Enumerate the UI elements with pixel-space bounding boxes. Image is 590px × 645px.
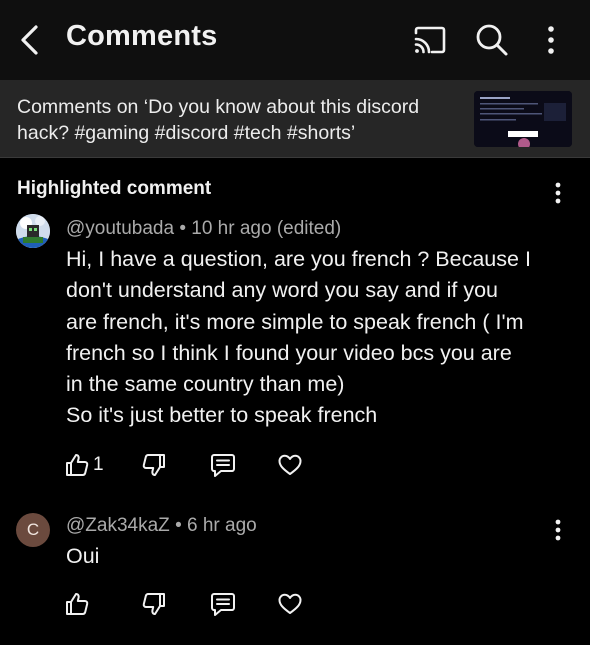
top-app-bar: Comments: [0, 0, 590, 80]
comment-text: Hi, I have a question, are you french ? …: [66, 247, 531, 428]
like-count: 1: [93, 454, 104, 475]
thumbs-down-icon: [141, 591, 167, 617]
meta-separator: •: [179, 218, 186, 239]
video-reference-bar[interactable]: Comments on ‘Do you know about this disc…: [0, 80, 590, 158]
page-title: Comments: [66, 20, 218, 52]
meta-separator: •: [175, 515, 182, 536]
reply-button[interactable]: [210, 590, 236, 618]
heart-icon: [277, 452, 303, 478]
comment-more-button[interactable]: [548, 517, 568, 543]
comment-meta: @youtubada • 10 hr ago (edited): [66, 218, 341, 240]
comment-meta: @Zak34kaZ • 6 hr ago: [66, 515, 257, 537]
reply-comment-icon: [210, 591, 236, 617]
back-arrow-icon: [18, 24, 40, 56]
video-thumbnail[interactable]: [474, 91, 572, 147]
more-vertical-icon: [538, 22, 564, 58]
reply-comment-icon: [210, 452, 236, 478]
reply-button[interactable]: [210, 451, 236, 479]
search-icon: [474, 22, 510, 58]
more-vertical-icon: [548, 517, 568, 543]
more-options-button[interactable]: [538, 22, 564, 58]
thumbs-up-icon: [64, 452, 90, 478]
dislike-button[interactable]: [141, 590, 167, 618]
comment-time: 6 hr ago: [187, 515, 257, 536]
thumbs-down-icon: [141, 452, 167, 478]
comment-author[interactable]: @youtubada: [66, 218, 174, 239]
search-button[interactable]: [474, 22, 510, 58]
like-button[interactable]: [64, 590, 90, 618]
comment-time: 10 hr ago (edited): [191, 218, 342, 239]
avatar[interactable]: C: [16, 513, 50, 547]
more-vertical-icon: [548, 180, 568, 206]
comment-text: Oui: [66, 544, 100, 568]
avatar[interactable]: [16, 214, 50, 248]
thumbs-up-icon: [64, 591, 90, 617]
highlighted-comment-heading: Highlighted comment: [17, 178, 212, 199]
heart-icon: [277, 591, 303, 617]
cast-button[interactable]: [412, 24, 448, 56]
heart-button[interactable]: [277, 590, 303, 618]
back-button[interactable]: [18, 22, 48, 58]
dislike-button[interactable]: [141, 451, 167, 479]
avatar-letter: C: [26, 520, 40, 539]
highlighted-comment-more-button[interactable]: [548, 180, 568, 206]
like-button[interactable]: 1: [64, 451, 104, 479]
comments-on-video-text: Comments on ‘Do you know about this disc…: [17, 96, 420, 144]
heart-button[interactable]: [277, 451, 303, 479]
cast-icon: [412, 24, 448, 56]
comment-author[interactable]: @Zak34kaZ: [66, 515, 170, 536]
